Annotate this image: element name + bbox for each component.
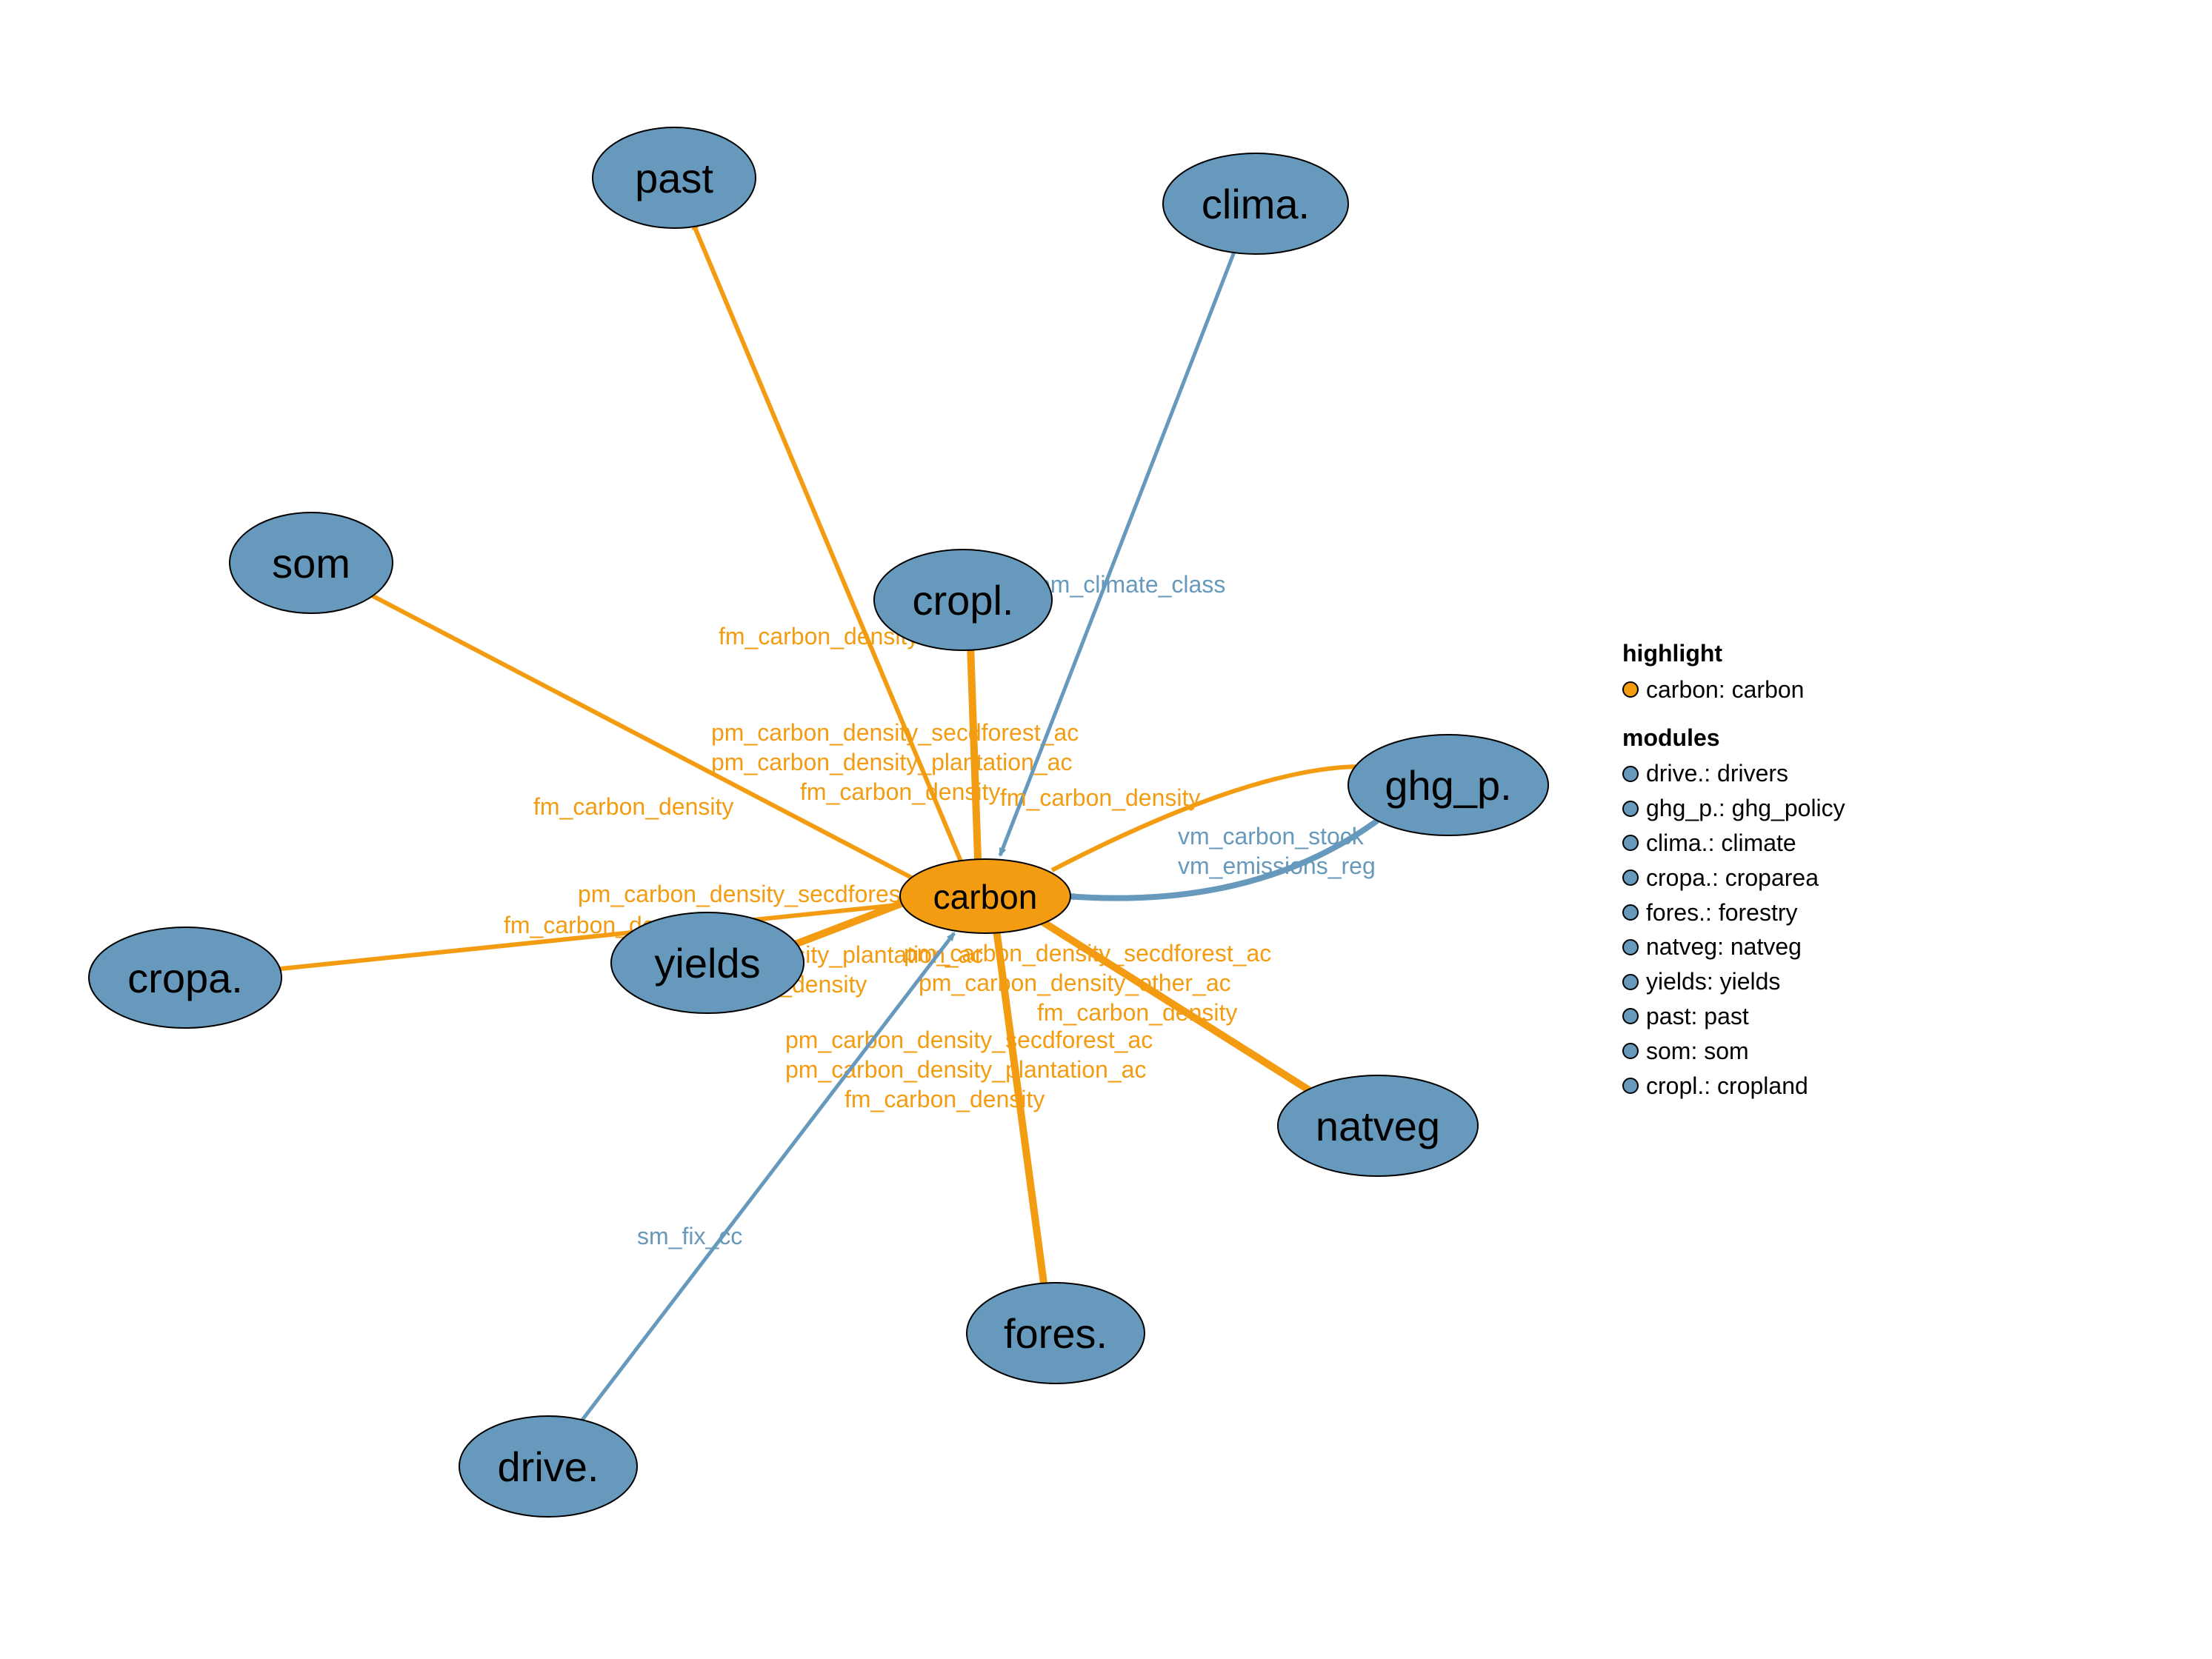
node-label: som xyxy=(272,540,350,587)
dot-icon xyxy=(1622,939,1639,955)
node-label: yields xyxy=(654,940,760,987)
legend-item: clima.: climate xyxy=(1622,827,1845,860)
edge-label: pm_carbon_density_secdforest_ac xyxy=(711,719,1079,746)
node-yields[interactable]: yields xyxy=(611,912,804,1013)
edge-label: fm_carbon_density xyxy=(800,778,1000,805)
dot-icon xyxy=(1622,681,1639,698)
legend-item: ghg_p.: ghg_policy xyxy=(1622,792,1845,825)
dot-icon xyxy=(1622,1043,1639,1059)
node-ghg-p[interactable]: ghg_p. xyxy=(1348,735,1548,835)
node-clima[interactable]: clima. xyxy=(1163,153,1348,254)
edge-label: vm_carbon_stock xyxy=(1178,823,1365,849)
legend-item-label: fores.: forestry xyxy=(1646,896,1798,929)
dot-icon xyxy=(1622,1078,1639,1094)
legend-modules-title: modules xyxy=(1622,721,1845,755)
legend-item: yields: yields xyxy=(1622,965,1845,998)
edge-label: fm_carbon_density xyxy=(533,793,733,820)
legend-item-label: carbon: carbon xyxy=(1646,673,1804,707)
legend: highlight carbon: carbon modules drive.:… xyxy=(1622,622,1845,1104)
dot-icon xyxy=(1622,835,1639,851)
legend-item: drive.: drivers xyxy=(1622,757,1845,790)
legend-item-label: ghg_p.: ghg_policy xyxy=(1646,792,1845,825)
node-label: past xyxy=(635,155,713,201)
legend-item: natveg: natveg xyxy=(1622,930,1845,964)
legend-item: fores.: forestry xyxy=(1622,896,1845,929)
edge-label: pm_climate_class xyxy=(1037,571,1225,598)
legend-item: cropa.: croparea xyxy=(1622,861,1845,895)
legend-item: cropl.: cropland xyxy=(1622,1069,1845,1103)
legend-item: som: som xyxy=(1622,1035,1845,1068)
dot-icon xyxy=(1622,766,1639,782)
node-som[interactable]: som xyxy=(230,513,393,613)
edge-label: sm_fix_cc xyxy=(637,1223,742,1249)
dot-icon xyxy=(1622,801,1639,817)
edge-label: vm_emissions_reg xyxy=(1178,852,1376,879)
edge-label: fm_carbon_density xyxy=(845,1086,1045,1112)
legend-item-label: natveg: natveg xyxy=(1646,930,1802,964)
node-fores[interactable]: fores. xyxy=(967,1283,1145,1383)
edge-label: fm_carbon_density xyxy=(1037,999,1237,1026)
legend-item-label: past: past xyxy=(1646,1000,1749,1033)
edge-label: pm_carbon_density_secdforest_ac xyxy=(578,881,945,907)
node-label: fores. xyxy=(1004,1310,1107,1357)
dot-icon xyxy=(1622,1008,1639,1024)
node-past[interactable]: past xyxy=(593,127,756,228)
dot-icon xyxy=(1622,974,1639,990)
node-cropa[interactable]: cropa. xyxy=(89,927,282,1028)
legend-item-label: som: som xyxy=(1646,1035,1749,1068)
node-label: carbon xyxy=(933,878,1038,916)
node-carbon[interactable]: carbon xyxy=(900,859,1070,933)
legend-item-label: yields: yields xyxy=(1646,965,1780,998)
edge-label: pm_carbon_density_other_ac xyxy=(919,969,1231,996)
legend-item: carbon: carbon xyxy=(1622,673,1845,707)
node-natveg[interactable]: natveg xyxy=(1278,1075,1478,1176)
node-label: natveg xyxy=(1316,1103,1440,1149)
node-cropl[interactable]: cropl. xyxy=(874,550,1052,650)
node-label: drive. xyxy=(498,1443,599,1490)
edge-label: fm_carbon_density xyxy=(1000,784,1200,811)
legend-highlight-title: highlight xyxy=(1622,637,1845,670)
node-label: cropa. xyxy=(127,955,243,1001)
edge-clima-carbon xyxy=(1000,244,1237,855)
node-label: ghg_p. xyxy=(1385,762,1511,809)
node-drive[interactable]: drive. xyxy=(459,1416,637,1517)
module-graph: fm_carbon_density fm_carbon_density pm_c… xyxy=(0,0,2212,1659)
edge-label: pm_carbon_density_plantation_ac xyxy=(785,1056,1146,1083)
edge-label: pm_carbon_density_secdforest_ac xyxy=(904,940,1271,967)
edge-label: pm_carbon_density_secdforest_ac xyxy=(785,1027,1153,1053)
legend-item-label: drive.: drivers xyxy=(1646,757,1788,790)
edge-drive-carbon xyxy=(578,933,954,1426)
legend-item-label: clima.: climate xyxy=(1646,827,1796,860)
node-label: clima. xyxy=(1202,181,1310,227)
dot-icon xyxy=(1622,869,1639,886)
dot-icon xyxy=(1622,904,1639,921)
legend-item: past: past xyxy=(1622,1000,1845,1033)
edge-label: pm_carbon_density_plantation_ac xyxy=(711,749,1072,775)
legend-item-label: cropl.: cropland xyxy=(1646,1069,1808,1103)
legend-item-label: cropa.: croparea xyxy=(1646,861,1819,895)
node-label: cropl. xyxy=(913,577,1014,624)
